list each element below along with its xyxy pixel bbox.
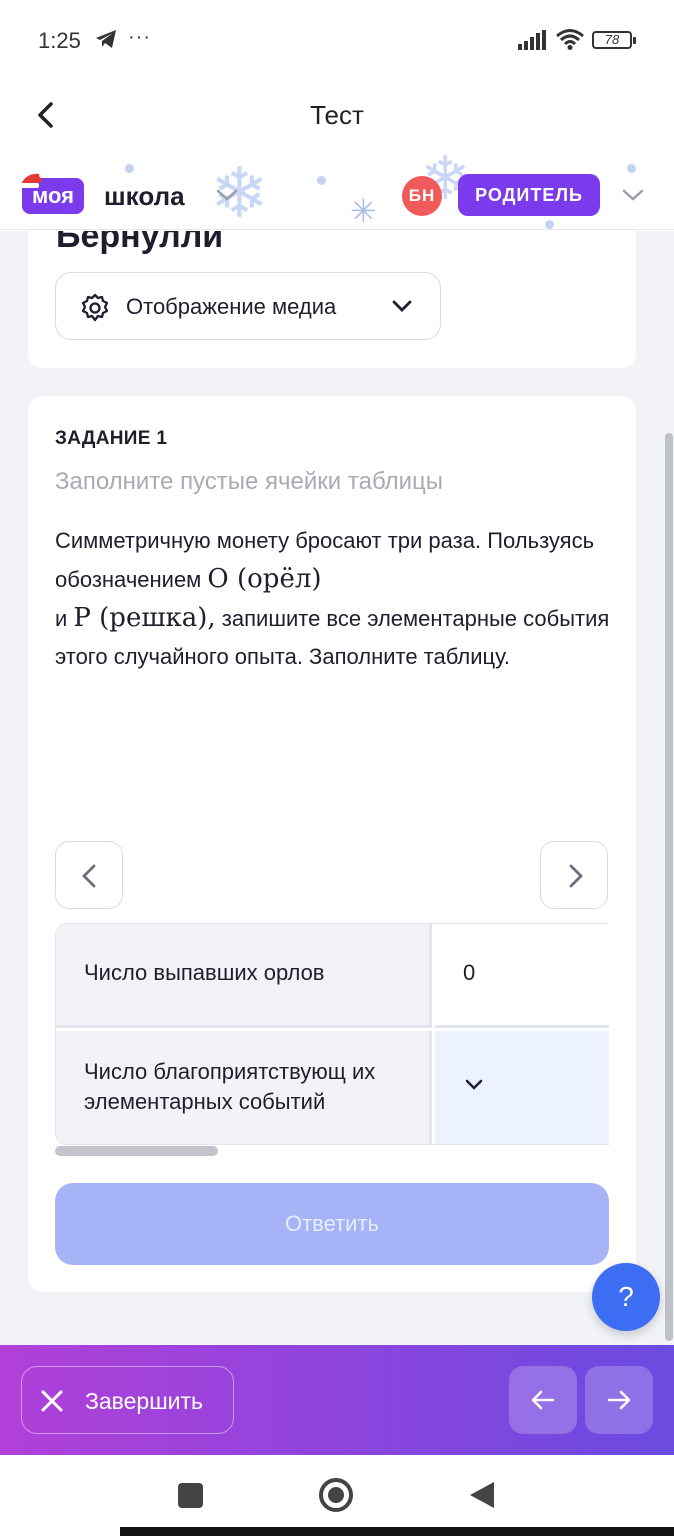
more-notifications-icon: ··· [128,26,151,48]
snow-dot [317,176,326,185]
role-badge[interactable]: РОДИТЕЛЬ [458,174,600,216]
signal-icon [518,30,546,55]
snow-dot [125,164,134,173]
task-instruction: Заполните пустые ячейки таблицы [55,468,444,495]
media-display-button[interactable]: Отображение медиа [55,272,441,340]
test-name: Бернулли [56,231,224,255]
task-text: Симметричную монету бросают три раза. По… [55,522,615,676]
santa-hat-icon [18,170,46,188]
test-info-card: Бернулли Отображение медиа [28,231,636,368]
math-expression: O (орёл) [207,564,322,594]
media-display-label: Отображение медиа [126,294,337,319]
finish-label: Завершить [85,1388,204,1414]
battery-icon: 78 [592,31,636,49]
arrow-left-icon [531,1390,555,1410]
home-icon[interactable] [319,1478,353,1512]
table-scrollbar-thumb[interactable] [55,1146,218,1156]
answer-button[interactable]: Ответить [55,1183,609,1265]
table-scrollbar[interactable] [55,1146,609,1156]
chevron-down-icon [392,299,412,318]
chevron-left-icon [82,864,96,888]
wifi-icon [555,28,585,55]
top-nav: Тест [0,80,674,150]
answer-table: Число выпавших орлов 0 Число благоприятс… [55,923,609,1145]
home-indicator [120,1527,674,1536]
task-card: ЗАДАНИЕ 1 Заполните пустые ячейки таблиц… [28,396,636,1292]
telegram-icon [94,29,118,54]
finish-button[interactable]: Завершить [21,1366,234,1434]
arrow-right-icon [607,1390,631,1410]
previous-task-button[interactable] [509,1366,577,1434]
table-cell-value: 0 [435,924,609,1028]
status-time: 1:25 [38,28,81,53]
chevron-down-icon[interactable] [622,188,644,207]
snow-dot [545,220,554,229]
system-back-icon[interactable] [468,1480,496,1515]
gear-icon [80,293,110,328]
table-scroll-right-button[interactable] [540,841,608,909]
snow-dot [627,164,636,173]
task-text-part: Симметричную монету бросают три раза. По… [55,528,595,592]
table-row-header: Число благоприятствующ их элементарных с… [56,1031,432,1144]
help-button[interactable]: ? [592,1263,660,1331]
math-expression: P (решка), [73,603,216,633]
close-icon [40,1389,64,1418]
next-task-button[interactable] [585,1366,653,1434]
recent-apps-icon[interactable] [178,1483,203,1508]
chevron-right-icon [569,864,583,888]
logo-text: школа [104,181,185,211]
snowflake-decoration: ✳ [350,193,377,229]
bottom-action-bar: Завершить [0,1345,674,1455]
chevron-down-icon [465,1079,483,1090]
system-nav-bar [0,1455,674,1536]
avatar[interactable]: БН [402,176,442,216]
status-bar: 1:25 ··· 78 [0,0,674,80]
page-scrollbar[interactable] [665,433,673,1341]
task-text-part: и [55,606,74,631]
answer-select[interactable] [435,1031,609,1144]
page-title: Тест [310,100,364,130]
school-header: ❄ ❄ ✳ моя школа БН РОДИТЕЛЬ [0,150,674,230]
chevron-down-icon[interactable] [216,188,238,207]
table-row-header: Число выпавших орлов [56,924,432,1028]
table-scroll-left-button[interactable] [55,841,123,909]
task-number: ЗАДАНИЕ 1 [55,428,168,449]
